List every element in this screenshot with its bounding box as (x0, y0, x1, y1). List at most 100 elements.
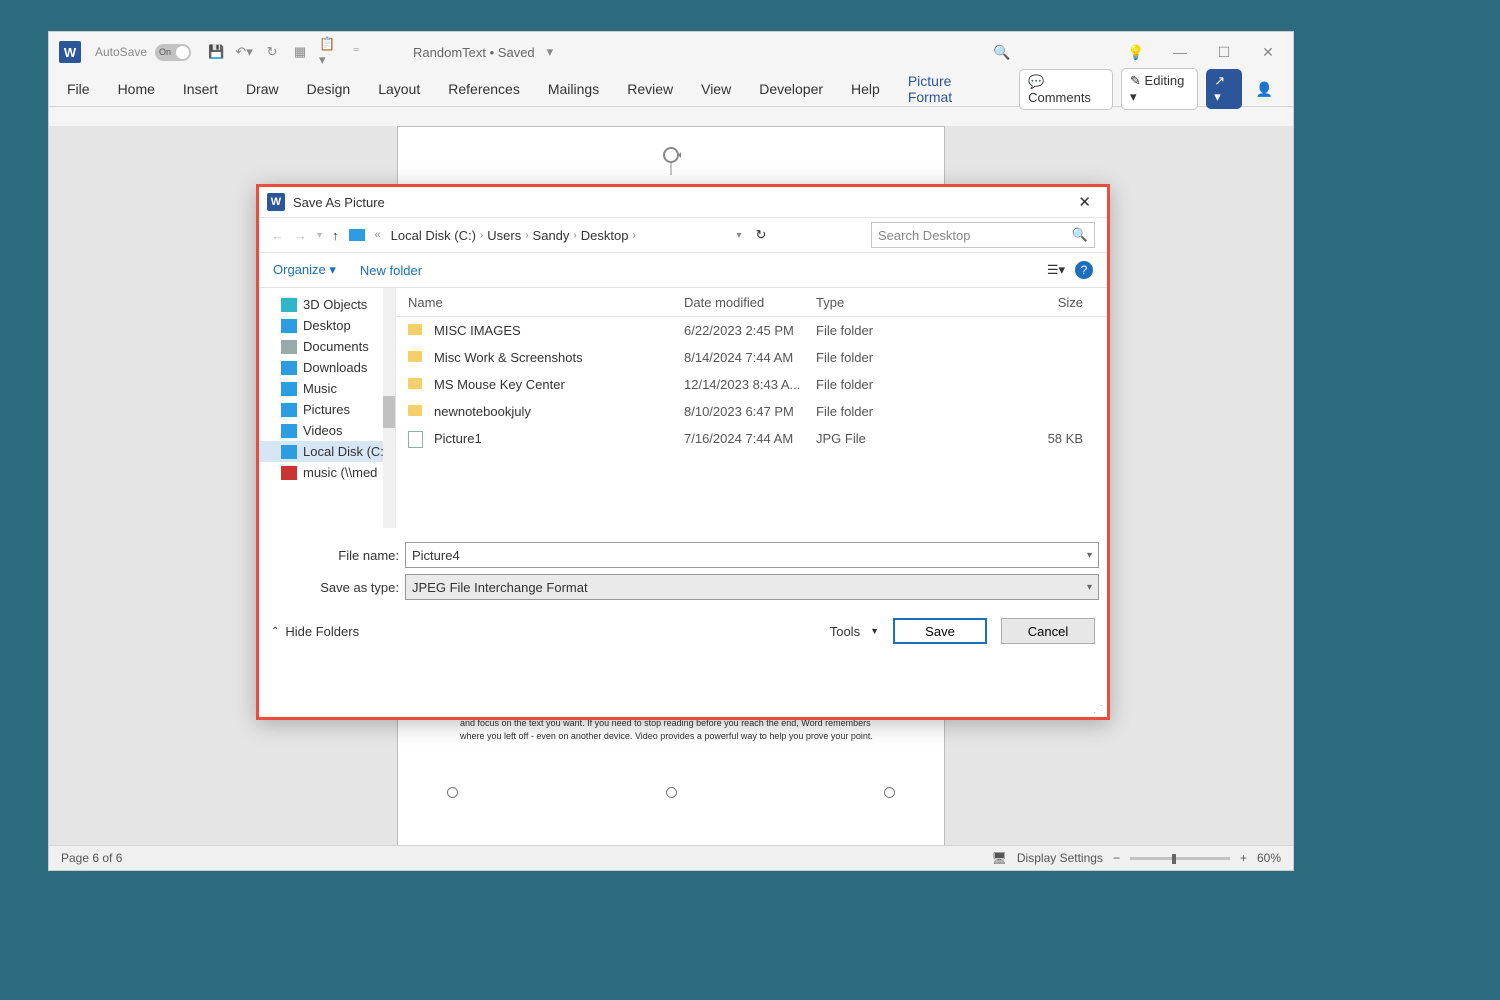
page-number[interactable]: Page 6 of 6 (61, 851, 122, 865)
tree-item[interactable]: Pictures (259, 399, 395, 420)
tree-item[interactable]: 3D Objects (259, 294, 395, 315)
tab-references[interactable]: References (444, 77, 524, 101)
filename-input[interactable]: Picture4▾ (405, 542, 1099, 568)
tab-layout[interactable]: Layout (374, 77, 424, 101)
tree-item[interactable]: Documents (259, 336, 395, 357)
up-icon[interactable]: ↑ (332, 228, 339, 243)
minimize-button[interactable]: — (1165, 44, 1195, 61)
display-settings[interactable]: Display Settings (1017, 851, 1103, 865)
file-explorer: 3D ObjectsDesktopDocumentsDownloadsMusic… (259, 288, 1107, 528)
ribbon-tabs: File Home Insert Draw Design Layout References… (49, 72, 1293, 107)
tab-picture-format[interactable]: Picture Format (904, 69, 999, 109)
folder-icon (408, 351, 422, 362)
file-row[interactable]: MS Mouse Key Center12/14/2023 8:43 A...F… (396, 371, 1107, 398)
col-size[interactable]: Size (946, 295, 1095, 310)
column-headers[interactable]: Name Date modified Type Size (396, 288, 1107, 317)
editing-mode-button[interactable]: ✎ Editing ▾ (1121, 68, 1198, 110)
save-icon[interactable]: 💾 (207, 36, 225, 68)
lightbulb-icon[interactable]: 💡 (1121, 44, 1151, 61)
handle-icon[interactable] (884, 787, 895, 798)
handle-icon[interactable] (447, 787, 458, 798)
zoom-in-button[interactable]: + (1240, 851, 1247, 865)
path-dropdown-icon[interactable]: ▾ (736, 230, 741, 241)
tab-mailings[interactable]: Mailings (544, 77, 603, 101)
folder-icon (281, 298, 297, 312)
scrollbar[interactable] (383, 288, 395, 528)
breadcrumb[interactable]: Local Disk (C:)›Users›Sandy›Desktop› (391, 228, 636, 243)
tab-home[interactable]: Home (114, 77, 159, 101)
help-icon[interactable]: ? (1075, 261, 1093, 279)
account-icon[interactable]: 👤 (1250, 77, 1279, 102)
view-options-icon[interactable]: ☰▾ (1047, 262, 1065, 278)
breadcrumb-segment[interactable]: Local Disk (C:) (391, 228, 476, 243)
forward-icon[interactable]: → (294, 228, 307, 243)
display-settings-icon[interactable]: 🖥 (992, 851, 1007, 865)
file-row[interactable]: Picture17/16/2024 7:44 AMJPG File58 KB (396, 425, 1107, 452)
tab-review[interactable]: Review (623, 77, 677, 101)
file-row[interactable]: MISC IMAGES6/22/2023 2:45 PMFile folder (396, 317, 1107, 344)
zoom-slider[interactable] (1130, 857, 1230, 860)
document-text: and focus on the text you want. If you n… (460, 717, 882, 743)
chevron-down-icon[interactable]: ▾ (1087, 550, 1092, 561)
paste-icon[interactable]: 📋▾ (319, 36, 337, 68)
col-name[interactable]: Name (408, 295, 684, 310)
tab-insert[interactable]: Insert (179, 77, 222, 101)
new-folder-button[interactable]: New folder (360, 263, 422, 278)
handle-icon[interactable] (666, 787, 677, 798)
chevron-right-icon[interactable]: › (480, 230, 483, 241)
redo-icon[interactable]: ↻ (263, 36, 281, 68)
savetype-select[interactable]: JPEG File Interchange Format▾ (405, 574, 1099, 600)
dialog-title: Save As Picture (293, 195, 385, 210)
title-bar: W AutoSave On 💾 ↶▾ ↻ ▦ 📋▾ ⁼ RandomText •… (49, 32, 1293, 72)
zoom-out-button[interactable]: − (1113, 851, 1120, 865)
tab-help[interactable]: Help (847, 77, 884, 101)
filename-label: File name: (319, 548, 399, 563)
button-bar: ⌃Hide Folders Tools▼ Save Cancel (259, 608, 1107, 654)
autosave-toggle[interactable]: On (155, 44, 191, 61)
back-icon[interactable]: ← (271, 228, 284, 243)
search-icon[interactable]: 🔍 (987, 44, 1017, 61)
zoom-level[interactable]: 60% (1257, 851, 1281, 865)
save-button[interactable]: Save (893, 618, 987, 644)
folder-tree[interactable]: 3D ObjectsDesktopDocumentsDownloadsMusic… (259, 288, 396, 528)
chevron-right-icon[interactable]: › (525, 230, 528, 241)
table-icon[interactable]: ▦ (291, 36, 309, 68)
dialog-titlebar: W Save As Picture ✕ (259, 187, 1107, 217)
tab-developer[interactable]: Developer (755, 77, 827, 101)
chevron-down-icon[interactable]: ▾ (1087, 582, 1092, 593)
hide-folders-button[interactable]: ⌃Hide Folders (271, 624, 359, 639)
breadcrumb-segment[interactable]: Users (487, 228, 521, 243)
tree-item[interactable]: Downloads (259, 357, 395, 378)
customize-qat-icon[interactable]: ⁼ (347, 36, 365, 68)
breadcrumb-segment[interactable]: Sandy (533, 228, 570, 243)
file-row[interactable]: Misc Work & Screenshots8/14/2024 7:44 AM… (396, 344, 1107, 371)
resize-grip-icon[interactable]: ⋰ (1093, 707, 1103, 713)
col-date[interactable]: Date modified (684, 295, 816, 310)
tree-item[interactable]: music (\\med (259, 462, 395, 483)
tools-menu[interactable]: Tools▼ (830, 624, 879, 639)
refresh-icon[interactable]: ↻ (755, 227, 766, 243)
comments-button[interactable]: 💬 Comments (1019, 69, 1113, 110)
search-input[interactable]: Search Desktop 🔍 (871, 222, 1095, 248)
tab-file[interactable]: File (63, 77, 94, 101)
close-icon[interactable]: ✕ (1070, 193, 1099, 211)
tab-design[interactable]: Design (303, 77, 355, 101)
maximize-button[interactable]: ☐ (1209, 44, 1239, 61)
tree-item[interactable]: Local Disk (C:) (259, 441, 395, 462)
tab-draw[interactable]: Draw (242, 77, 283, 101)
chevron-right-icon[interactable]: › (573, 230, 576, 241)
cancel-button[interactable]: Cancel (1001, 618, 1095, 644)
share-button[interactable]: ↗ ▾ (1206, 69, 1241, 109)
tree-item[interactable]: Videos (259, 420, 395, 441)
organize-menu[interactable]: Organize ▾ (273, 262, 336, 278)
col-type[interactable]: Type (816, 295, 946, 310)
recent-dropdown-icon[interactable]: ▾ (317, 230, 322, 241)
tree-item[interactable]: Music (259, 378, 395, 399)
tab-view[interactable]: View (697, 77, 735, 101)
close-button[interactable]: ✕ (1253, 44, 1283, 61)
undo-icon[interactable]: ↶▾ (235, 36, 253, 68)
file-row[interactable]: newnotebookjuly8/10/2023 6:47 PMFile fol… (396, 398, 1107, 425)
chevron-right-icon[interactable]: › (632, 230, 635, 241)
tree-item[interactable]: Desktop (259, 315, 395, 336)
breadcrumb-segment[interactable]: Desktop (581, 228, 629, 243)
